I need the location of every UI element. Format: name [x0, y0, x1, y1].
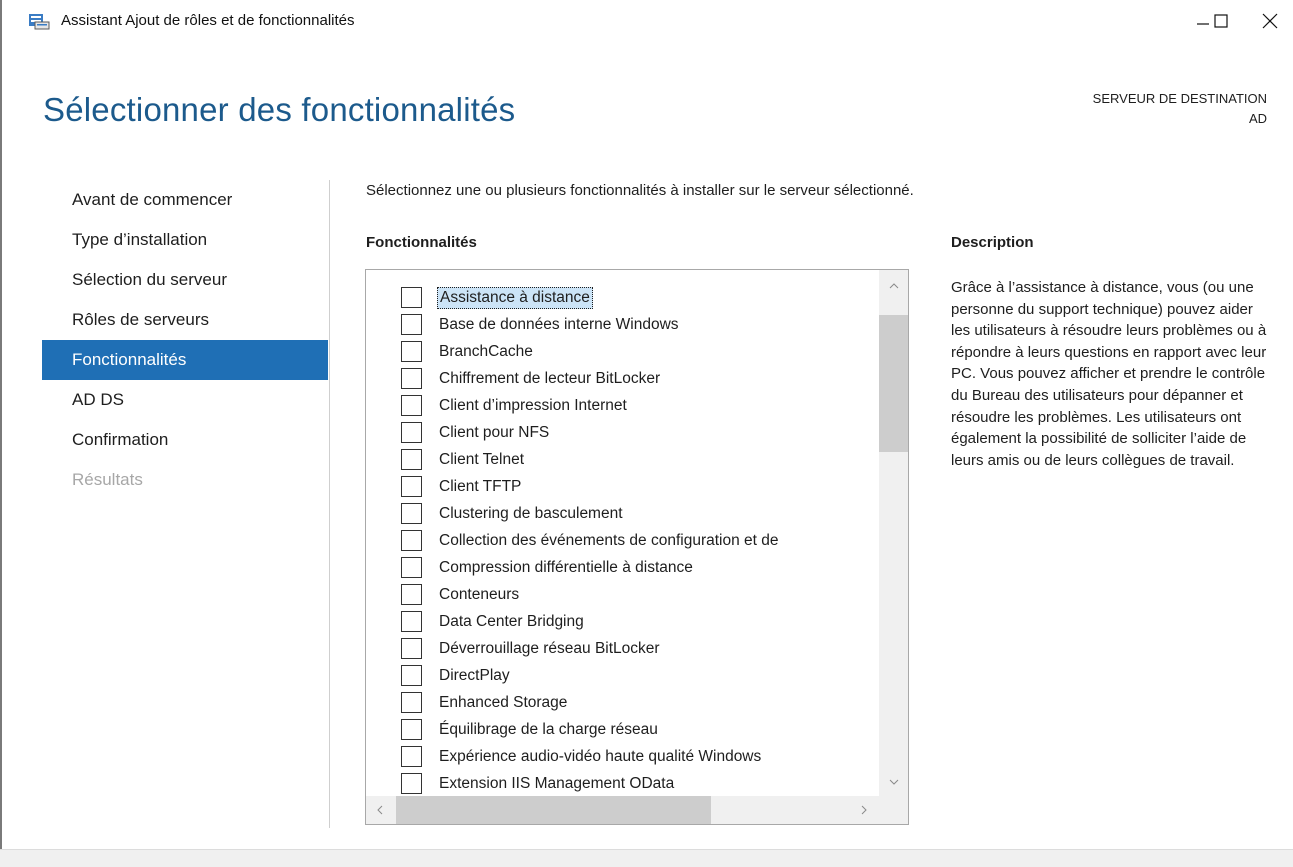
footer-strip: [0, 849, 1293, 867]
wizard-steps-nav: Avant de commencer Type d’installation S…: [42, 180, 328, 500]
feature-row[interactable]: Enhanced Storage: [366, 689, 879, 716]
feature-label[interactable]: Data Center Bridging: [437, 612, 586, 632]
feature-label[interactable]: Déverrouillage réseau BitLocker: [437, 639, 662, 659]
scroll-left-button[interactable]: [368, 796, 392, 824]
feature-checkbox[interactable]: [401, 395, 422, 416]
feature-row[interactable]: Data Center Bridging: [366, 608, 879, 635]
nav-item-resultats: Résultats: [72, 470, 143, 489]
nav-item-confirmation[interactable]: Confirmation: [42, 420, 328, 460]
feature-row[interactable]: Extension IIS Management OData: [366, 770, 879, 796]
features-list-rows: Assistance à distance Base de données int…: [366, 284, 879, 796]
destination-server-name: AD: [1248, 111, 1267, 126]
feature-label[interactable]: Enhanced Storage: [437, 693, 569, 713]
feature-checkbox[interactable]: [401, 746, 422, 767]
feature-checkbox[interactable]: [401, 476, 422, 497]
chevron-up-icon: [889, 283, 898, 289]
feature-row[interactable]: Chiffrement de lecteur BitLocker: [366, 365, 879, 392]
feature-checkbox[interactable]: [401, 449, 422, 470]
nav-item-fonctionnalites[interactable]: Fonctionnalités: [42, 340, 328, 380]
feature-checkbox[interactable]: [401, 665, 422, 686]
feature-row[interactable]: Compression différentielle à distance: [366, 554, 879, 581]
feature-row[interactable]: Client pour NFS: [366, 419, 879, 446]
scroll-down-button[interactable]: [879, 770, 908, 794]
feature-label[interactable]: Base de données interne Windows: [437, 315, 681, 335]
feature-label[interactable]: DirectPlay: [437, 666, 512, 686]
server-manager-icon: [28, 12, 50, 30]
feature-checkbox[interactable]: [401, 611, 422, 632]
maximize-icon: [1214, 14, 1228, 28]
feature-checkbox[interactable]: [401, 719, 422, 740]
features-heading: Fonctionnalités: [366, 234, 477, 251]
feature-label[interactable]: Expérience audio-vidéo haute qualité Win…: [437, 747, 763, 767]
feature-label[interactable]: Compression différentielle à distance: [437, 558, 695, 578]
feature-checkbox[interactable]: [401, 341, 422, 362]
feature-checkbox[interactable]: [401, 584, 422, 605]
feature-row[interactable]: Base de données interne Windows: [366, 311, 879, 338]
feature-label[interactable]: Client pour NFS: [437, 423, 551, 443]
feature-row[interactable]: BranchCache: [366, 338, 879, 365]
scroll-right-button[interactable]: [852, 796, 876, 824]
description-text: Grâce à l’assistance à distance, vous (o…: [951, 279, 1267, 469]
feature-checkbox[interactable]: [401, 773, 422, 794]
horizontal-scrollbar[interactable]: [366, 796, 879, 824]
title-bar: Assistant Ajout de rôles et de fonctionn…: [0, 0, 1293, 44]
feature-row[interactable]: Équilibrage de la charge réseau: [366, 716, 879, 743]
feature-label[interactable]: BranchCache: [437, 342, 535, 362]
feature-row[interactable]: Client d’impression Internet: [366, 392, 879, 419]
scroll-up-button[interactable]: [879, 274, 908, 298]
chevron-down-icon: [889, 779, 898, 785]
features-list[interactable]: Assistance à distance Base de données int…: [365, 269, 909, 825]
feature-row[interactable]: Conteneurs: [366, 581, 879, 608]
nav-item-roles-serveurs[interactable]: Rôles de serveurs: [42, 300, 328, 340]
feature-checkbox[interactable]: [401, 287, 422, 308]
feature-row[interactable]: Assistance à distance: [366, 284, 879, 311]
feature-row[interactable]: Expérience audio-vidéo haute qualité Win…: [366, 743, 879, 770]
feature-checkbox[interactable]: [401, 638, 422, 659]
feature-checkbox[interactable]: [401, 557, 422, 578]
chevron-right-icon: [861, 805, 867, 815]
feature-checkbox[interactable]: [401, 692, 422, 713]
description-heading: Description: [951, 234, 1034, 251]
feature-label[interactable]: Client Telnet: [437, 450, 526, 470]
nav-item-selection-serveur[interactable]: Sélection du serveur: [42, 260, 328, 300]
feature-checkbox[interactable]: [401, 530, 422, 551]
nav-divider: [329, 180, 330, 828]
feature-label[interactable]: Équilibrage de la charge réseau: [437, 720, 660, 740]
feature-row[interactable]: Client TFTP: [366, 473, 879, 500]
instruction-text: Sélectionnez une ou plusieurs fonctionna…: [366, 182, 914, 199]
nav-item-type-installation[interactable]: Type d’installation: [42, 220, 328, 260]
feature-label[interactable]: Conteneurs: [437, 585, 521, 605]
feature-row[interactable]: Déverrouillage réseau BitLocker: [366, 635, 879, 662]
window-left-border: [0, 0, 2, 867]
feature-checkbox[interactable]: [401, 503, 422, 524]
chevron-left-icon: [377, 805, 383, 815]
feature-label[interactable]: Collection des événements de configurati…: [437, 531, 781, 551]
feature-label[interactable]: Clustering de basculement: [437, 504, 625, 524]
feature-row[interactable]: Client Telnet: [366, 446, 879, 473]
feature-checkbox[interactable]: [401, 368, 422, 389]
nav-item-avant-de-commencer[interactable]: Avant de commencer: [42, 180, 328, 220]
window-title: Assistant Ajout de rôles et de fonctionn…: [61, 12, 355, 29]
feature-label[interactable]: Chiffrement de lecteur BitLocker: [437, 369, 662, 389]
feature-checkbox[interactable]: [401, 422, 422, 443]
vertical-scrollbar[interactable]: [879, 270, 908, 796]
feature-checkbox[interactable]: [401, 314, 422, 335]
maximize-button[interactable]: [1198, 4, 1244, 38]
feature-label[interactable]: Client d’impression Internet: [437, 396, 629, 416]
close-button[interactable]: [1247, 4, 1293, 38]
close-icon: [1262, 13, 1278, 29]
feature-row[interactable]: DirectPlay: [366, 662, 879, 689]
feature-label[interactable]: Client TFTP: [437, 477, 523, 497]
feature-row[interactable]: Collection des événements de configurati…: [366, 527, 879, 554]
feature-label[interactable]: Extension IIS Management OData: [437, 774, 676, 794]
page-title: Sélectionner des fonctionnalités: [43, 91, 516, 128]
feature-row[interactable]: Clustering de basculement: [366, 500, 879, 527]
nav-item-ad-ds[interactable]: AD DS: [42, 380, 328, 420]
horizontal-scroll-thumb[interactable]: [396, 796, 711, 824]
vertical-scroll-thumb[interactable]: [879, 315, 908, 452]
feature-label[interactable]: Assistance à distance: [437, 286, 593, 309]
scrollbar-corner: [879, 796, 908, 824]
destination-server-label: SERVEUR DE DESTINATION: [1092, 91, 1267, 106]
